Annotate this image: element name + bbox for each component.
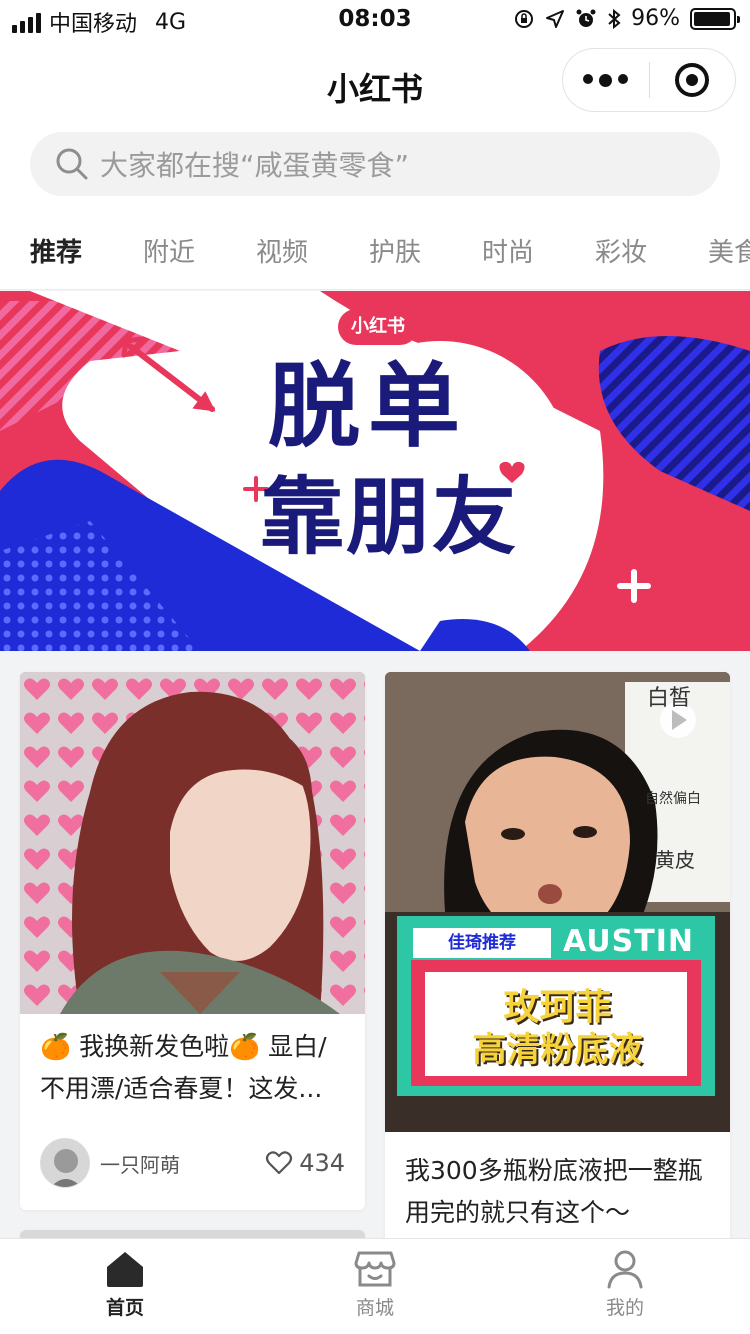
tab-food[interactable]: 美食: [708, 232, 750, 269]
battery-fill: [694, 11, 731, 26]
feed-card-title: 🍊 我换新发色啦🍊 显白/不用漂/适合春夏！这发...: [40, 1032, 327, 1103]
search-icon: [56, 148, 88, 180]
banner-headline-line1: 脱单: [268, 353, 469, 460]
search-placeholder: 大家都在搜“咸蛋黄零食”: [100, 149, 410, 182]
tab-skincare[interactable]: 护肤: [369, 232, 421, 269]
feed-card-image: 白皙 自然偏白 黄皮 佳琦推荐 AUSTIN 玫珂菲 高清粉底液: [385, 672, 730, 1132]
promo-banner[interactable]: 小红书 脱单 靠朋友: [0, 291, 750, 651]
category-tabs: 推荐 附近 视频 护肤 时尚 彩妆 美食: [0, 212, 750, 290]
feed-card-image: [20, 672, 365, 1014]
title-bar: 小红书: [0, 40, 750, 126]
overlay-brand: AUSTIN: [563, 924, 694, 959]
battery-icon: [690, 7, 740, 30]
tab-fashion[interactable]: 时尚: [482, 232, 534, 269]
tab-store[interactable]: 商城: [250, 1239, 500, 1334]
banner-headline-line2: 靠朋友: [260, 468, 519, 566]
bluetooth-icon: [608, 8, 621, 29]
close-mini-program-button[interactable]: [650, 63, 736, 97]
like-button[interactable]: 434: [265, 1149, 345, 1177]
store-icon: [354, 1251, 396, 1287]
tab-nearby[interactable]: 附近: [143, 232, 195, 269]
tab-store-label: 商城: [355, 1297, 394, 1319]
location-icon: [546, 9, 565, 28]
status-bar: 中国移动 4G 08:03 96%: [0, 0, 750, 40]
orientation-lock-icon: [515, 9, 534, 28]
target-close-icon: [675, 63, 710, 97]
bottom-tab-bar: 首页 商城 我的: [0, 1238, 750, 1334]
profile-icon: [607, 1250, 643, 1289]
overlay-line2: 高清粉底液: [472, 1030, 643, 1070]
feed-card-title: 我300多瓶粉底液把一整瓶用完的就只有这个～: [405, 1156, 703, 1227]
board-text-1: 白皙: [647, 686, 692, 711]
feed-card[interactable]: 🍊 我换新发色啦🍊 显白/不用漂/适合春夏！这发... 一只阿萌 434: [20, 672, 365, 1210]
avatar[interactable]: [40, 1138, 90, 1188]
like-count: 434: [299, 1149, 345, 1177]
tab-profile-label: 我的: [605, 1297, 644, 1319]
board-text-3: 黄皮: [655, 848, 695, 872]
feed-card-meta: 一只阿萌 434: [40, 1138, 345, 1188]
home-icon: [107, 1252, 143, 1287]
tab-profile[interactable]: 我的: [500, 1239, 750, 1334]
overlay-tag: 佳琦推荐: [448, 933, 516, 953]
tab-recommend[interactable]: 推荐: [30, 232, 82, 269]
author-name[interactable]: 一只阿萌: [100, 1149, 265, 1178]
feed-card[interactable]: 白皙 自然偏白 黄皮 佳琦推荐 AUSTIN 玫珂菲 高清粉底液 我300多瓶粉…: [385, 672, 730, 1272]
mini-program-capsule: [562, 48, 736, 112]
tab-home-label: 首页: [105, 1297, 144, 1319]
tab-makeup[interactable]: 彩妆: [595, 232, 647, 269]
board-text-2: 自然偏白: [645, 791, 701, 807]
battery-percent: 96%: [631, 6, 680, 31]
heart-icon: [266, 1151, 293, 1175]
banner-badge: 小红书: [338, 309, 418, 345]
more-menu-icon[interactable]: [563, 73, 649, 87]
tab-home[interactable]: 首页: [0, 1239, 250, 1334]
status-right: 96%: [513, 6, 740, 31]
tab-video[interactable]: 视频: [256, 232, 308, 269]
search-section: 大家都在搜“咸蛋黄零食”: [0, 126, 750, 212]
alarm-icon: [576, 9, 596, 27]
search-input[interactable]: 大家都在搜“咸蛋黄零食”: [30, 132, 720, 196]
